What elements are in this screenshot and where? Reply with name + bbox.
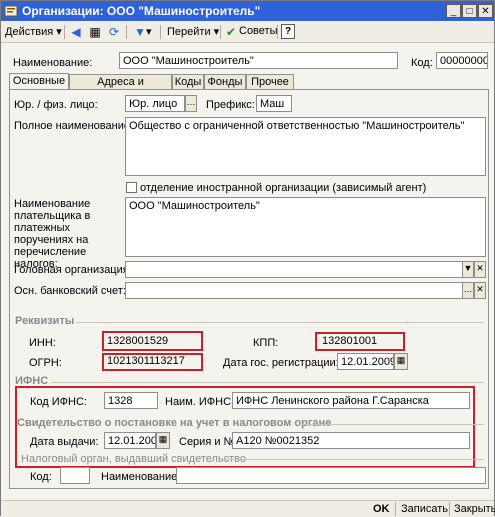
toolbar-separator — [64, 25, 65, 39]
prefix-field[interactable]: Маш — [256, 95, 292, 112]
section-divider — [223, 459, 484, 460]
toolbar-separator — [126, 25, 127, 39]
select-icon[interactable]: … — [462, 282, 474, 299]
section-divider — [76, 322, 484, 323]
foreign-branch-label: отделение иностранной организации (завис… — [140, 182, 427, 194]
inn-label: ИНН: — [29, 337, 56, 349]
prefix-label: Префикс: — [206, 99, 255, 111]
series-label: Серия и №: — [179, 436, 239, 448]
highlight-box — [315, 332, 405, 351]
dropdown-icon[interactable]: ▼ — [462, 261, 474, 278]
tab-codes[interactable]: Коды — [172, 74, 204, 90]
help-button[interactable]: ? — [281, 24, 295, 39]
tab-funds[interactable]: Фонды — [204, 74, 246, 90]
toolbar-separator — [160, 25, 161, 39]
actions-menu-label: Действия — [5, 26, 54, 38]
certificate-section-title: Свидетельство о постановке на учет в нал… — [17, 417, 332, 429]
issuer-name-field[interactable] — [176, 467, 486, 484]
arrow-left-icon[interactable]: ◀ — [68, 24, 84, 40]
calendar-icon[interactable]: ▦ — [394, 353, 408, 370]
maximize-icon[interactable]: □ — [462, 4, 477, 18]
issuer-code-label: Код: — [30, 471, 52, 483]
toolbar-separator — [220, 25, 221, 39]
legal-type-label: Юр. / физ. лицо: — [14, 99, 98, 111]
parent-org-field[interactable] — [125, 261, 463, 278]
ifns-code-field[interactable]: 1328 — [104, 392, 158, 409]
issue-date-label: Дата выдачи: — [30, 436, 99, 448]
organization-icon — [4, 5, 18, 17]
toolbar-separator — [277, 25, 278, 39]
section-divider — [299, 424, 484, 425]
name-label: Наименование: — [13, 57, 93, 69]
legal-type-select-button[interactable]: … — [185, 95, 197, 112]
ok-button[interactable]: OK — [373, 503, 390, 515]
ogrn-label: ОГРН: — [29, 357, 62, 369]
minimize-icon[interactable]: _ — [446, 4, 461, 18]
tips-button[interactable]: Советы — [239, 25, 277, 37]
fullname-label: Полное наименование: — [14, 120, 134, 132]
toolbar: Действия ▾ ◀ ▦ ⟳ ▼ ▾ Перейти ▾ ✔ Советы … — [1, 22, 494, 43]
button-separator — [449, 502, 450, 516]
series-field[interactable]: А120 №0021352 — [232, 432, 470, 449]
payer-name-label: Наименование плательщика в платежных пор… — [14, 198, 91, 270]
kpp-label: КПП: — [253, 337, 279, 349]
close-button[interactable]: Закрыть — [454, 503, 495, 515]
goto-menu-label: Перейти — [167, 26, 211, 38]
calendar-icon[interactable]: ▦ — [156, 432, 170, 449]
organization-window: Организации: ООО "Машиностроитель" _ □ ✕… — [0, 0, 495, 517]
issuer-section-title: Налоговый орган, выдавший свидетельство — [21, 453, 247, 465]
title-bar: Организации: ООО "Машиностроитель" _ □ ✕ — [1, 1, 494, 21]
tab-main[interactable]: Основные — [9, 73, 69, 90]
tab-other[interactable]: Прочее — [246, 74, 294, 90]
clear-icon[interactable]: ✕ — [474, 282, 486, 299]
issue-date-field[interactable]: 12.01.2009 — [104, 432, 156, 449]
code-field[interactable]: 000000001 — [436, 52, 488, 69]
code-label: Код: — [411, 57, 433, 69]
parent-org-label: Головная организация: — [14, 264, 132, 276]
ifns-name-label: Наим. ИФНС: — [165, 396, 235, 408]
bank-account-field[interactable] — [125, 282, 463, 299]
issuer-code-field[interactable] — [60, 467, 90, 484]
highlight-box — [102, 331, 203, 351]
reg-date-field[interactable]: 12.01.2009 — [337, 353, 394, 370]
issuer-name-label: Наименование: — [101, 471, 181, 483]
button-separator — [395, 502, 396, 516]
refresh-icon[interactable]: ⟳ — [106, 24, 122, 40]
bank-account-label: Осн. банковский счет: — [14, 285, 126, 297]
reg-date-label: Дата гос. регистрации: — [223, 357, 339, 369]
legal-type-field[interactable]: Юр. лицо — [125, 95, 185, 112]
button-bar: OK Записать Закрыть — [1, 500, 495, 517]
fullname-field[interactable]: Общество с ограниченной ответственностью… — [125, 117, 486, 176]
close-icon[interactable]: ✕ — [478, 4, 493, 18]
name-field[interactable]: ООО "Машиностроитель" — [119, 52, 398, 69]
window-title: Организации: ООО "Машиностроитель" — [22, 4, 261, 18]
section-divider — [51, 382, 484, 383]
requisites-section-title: Реквизиты — [15, 315, 75, 327]
payer-name-field[interactable]: ООО "Машиностроитель" — [125, 197, 486, 257]
clear-icon[interactable]: ✕ — [474, 261, 486, 278]
tips-icon[interactable]: ✔ — [223, 24, 239, 40]
foreign-branch-checkbox[interactable] — [126, 182, 137, 193]
highlight-box — [102, 353, 203, 371]
documents-icon[interactable]: ▦ — [87, 24, 103, 40]
chevron-down-icon[interactable]: ▾ — [146, 25, 152, 38]
tab-addresses[interactable]: Адреса и телефоны — [69, 74, 172, 103]
save-button[interactable]: Записать — [401, 503, 448, 515]
ifns-code-label: Код ИФНС: — [30, 396, 87, 408]
ifns-name-field[interactable]: ИФНС Ленинского района Г.Саранска — [232, 392, 470, 409]
goto-menu[interactable]: Перейти ▾ — [167, 25, 219, 38]
actions-menu[interactable]: Действия ▾ — [5, 25, 62, 38]
